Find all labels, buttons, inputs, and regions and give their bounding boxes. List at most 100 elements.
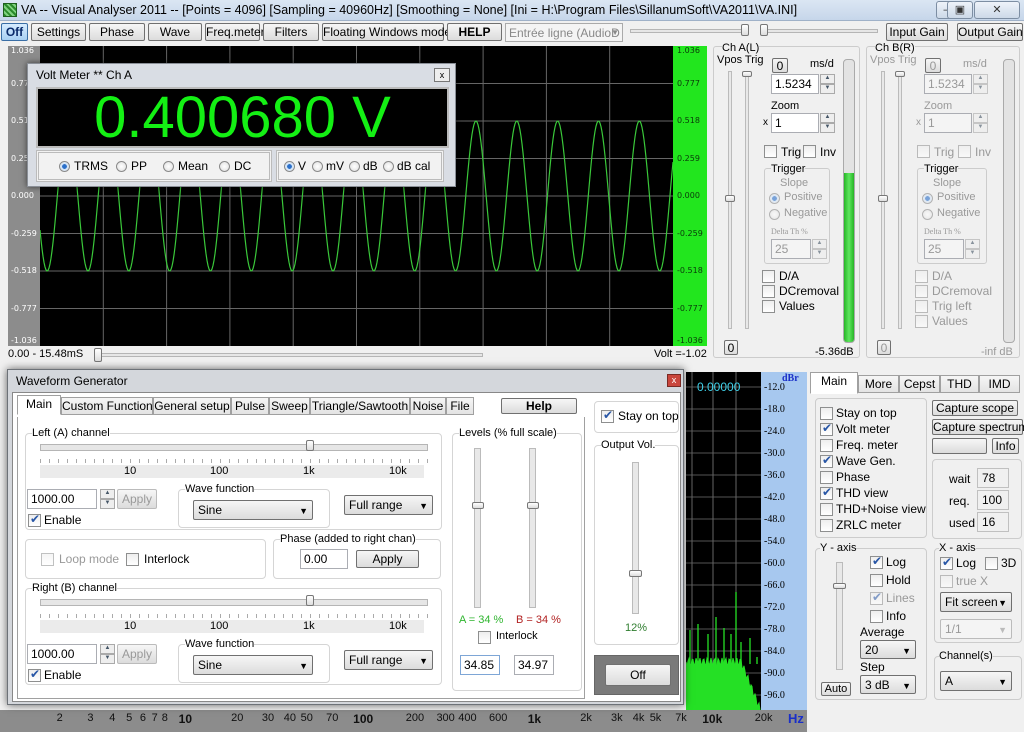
- spectrum-tab-more[interactable]: More: [858, 375, 899, 393]
- ms-per-div-input-a[interactable]: 1.5234: [771, 74, 819, 94]
- loop-mode-checkbox[interactable]: [41, 553, 54, 566]
- trms-radio[interactable]: [59, 161, 70, 172]
- delta-th-input-a[interactable]: 25: [771, 239, 811, 259]
- ms-up-a[interactable]: ▲: [820, 74, 835, 84]
- wave-button[interactable]: Wave: [148, 23, 202, 41]
- wavegen-tab-pulse[interactable]: Pulse: [231, 397, 269, 415]
- level-a-slider[interactable]: [474, 448, 481, 608]
- right-range-select[interactable]: Full range: [344, 650, 433, 670]
- thd-view-checkbox[interactable]: [820, 485, 833, 500]
- zoom-input-b[interactable]: 1: [924, 113, 972, 133]
- positive-radio-b[interactable]: [922, 193, 933, 204]
- input-gain-thumb[interactable]: [741, 24, 749, 36]
- values-checkbox-b[interactable]: [915, 315, 928, 328]
- wavegen-help-button[interactable]: Help: [501, 398, 577, 414]
- average-select[interactable]: 20: [860, 640, 916, 660]
- ms-up-b[interactable]: ▲: [973, 74, 988, 84]
- stay-on-top-checkbox[interactable]: [601, 408, 614, 423]
- zero-button-b[interactable]: 0: [925, 58, 941, 73]
- ratio-select[interactable]: 1/1: [940, 619, 1012, 639]
- channels-select[interactable]: A: [940, 671, 1012, 691]
- zoom-up-b[interactable]: ▲: [973, 113, 988, 123]
- delta-up-b[interactable]: ▲: [965, 239, 980, 249]
- dbcal-radio[interactable]: [383, 161, 394, 172]
- close-button[interactable]: ✕: [974, 1, 1020, 19]
- left-freq-up[interactable]: ▲: [100, 489, 115, 499]
- dcremoval-checkbox-b[interactable]: [915, 285, 928, 298]
- help-button[interactable]: HELP: [447, 23, 502, 41]
- step-select[interactable]: 3 dB: [860, 675, 916, 695]
- lines-checkbox[interactable]: [870, 590, 883, 605]
- right-enable-checkbox[interactable]: [28, 667, 41, 682]
- capture-spectrum-button[interactable]: Capture spectrum: [932, 419, 1024, 435]
- volt-meter-close-button[interactable]: x: [434, 68, 450, 82]
- bottom-zero-b[interactable]: 0: [877, 340, 891, 355]
- left-freq-thumb[interactable]: [306, 440, 314, 451]
- spectrum-tab-imd[interactable]: IMD: [979, 375, 1020, 393]
- spectrum-display[interactable]: 0.00000: [685, 372, 762, 713]
- values-checkbox-a[interactable]: [762, 300, 775, 313]
- wavegen-tab-file[interactable]: File: [446, 397, 474, 415]
- right-freq-thumb[interactable]: [306, 595, 314, 606]
- bottom-zero-a[interactable]: 0: [724, 340, 738, 355]
- wavegen-off-button[interactable]: Off: [605, 664, 671, 686]
- zoom-input-a[interactable]: 1: [771, 113, 819, 133]
- y-info-checkbox[interactable]: [870, 610, 883, 623]
- trig-slider-b[interactable]: [898, 71, 902, 329]
- level-a-thumb[interactable]: [472, 502, 484, 509]
- zoom-down-a[interactable]: ▼: [820, 123, 835, 133]
- output-gain-slider[interactable]: [760, 29, 878, 33]
- zoom-up-a[interactable]: ▲: [820, 113, 835, 123]
- da-checkbox-a[interactable]: [762, 270, 775, 283]
- positive-radio-a[interactable]: [769, 193, 780, 204]
- delta-down-b[interactable]: ▼: [965, 249, 980, 259]
- negative-radio-b[interactable]: [922, 209, 933, 220]
- ms-per-div-input-b[interactable]: 1.5234: [924, 74, 972, 94]
- true-x-checkbox[interactable]: [940, 575, 953, 588]
- level-b-input[interactable]: 34.97: [514, 655, 554, 675]
- input-gain-slider[interactable]: [630, 29, 748, 33]
- zero-button-a[interactable]: 0: [772, 58, 788, 73]
- 3d-checkbox[interactable]: [985, 557, 998, 570]
- x-log-checkbox[interactable]: [940, 555, 953, 570]
- dc-radio[interactable]: [219, 161, 230, 172]
- output-gain-thumb[interactable]: [760, 24, 768, 36]
- da-checkbox-b[interactable]: [915, 270, 928, 283]
- scope-time-thumb[interactable]: [94, 348, 102, 362]
- v-radio[interactable]: [284, 161, 295, 172]
- phase-checkbox[interactable]: [820, 471, 833, 484]
- phase-apply-button[interactable]: Apply: [356, 550, 419, 568]
- dcremoval-checkbox-a[interactable]: [762, 285, 775, 298]
- wave-gen-checkbox[interactable]: [820, 453, 833, 468]
- y-log-checkbox[interactable]: [870, 554, 883, 569]
- ms-down-a[interactable]: ▼: [820, 84, 835, 94]
- freq-meter-checkbox[interactable]: [820, 439, 833, 452]
- delta-down-a[interactable]: ▼: [812, 249, 827, 259]
- right-freq-down[interactable]: ▼: [100, 654, 115, 664]
- hold-checkbox[interactable]: [870, 574, 883, 587]
- inv-checkbox-b[interactable]: [958, 145, 971, 158]
- output-vol-thumb[interactable]: [629, 569, 642, 577]
- mean-radio[interactable]: [163, 161, 174, 172]
- wavegen-tab-noise[interactable]: Noise: [410, 397, 446, 415]
- zoom-down-b[interactable]: ▼: [973, 123, 988, 133]
- input-gain-button[interactable]: Input Gain: [886, 23, 948, 41]
- negative-radio-a[interactable]: [769, 209, 780, 220]
- phase-input[interactable]: 0.00: [300, 549, 348, 569]
- output-gain-button[interactable]: Output Gain: [957, 23, 1023, 41]
- spectrum-tab-cepst[interactable]: Cepst: [899, 375, 940, 393]
- spectrum-tab-main[interactable]: Main: [810, 372, 858, 394]
- db-radio[interactable]: [349, 161, 360, 172]
- level-b-slider[interactable]: [529, 448, 536, 608]
- wavegen-tab-main[interactable]: Main: [17, 395, 61, 415]
- freq-meter-button[interactable]: Freq.meter: [205, 23, 265, 41]
- wavegen-close-button[interactable]: x: [667, 374, 681, 387]
- filters-button[interactable]: Filters: [263, 23, 319, 41]
- auto-button[interactable]: Auto: [821, 682, 851, 696]
- scope-time-slider[interactable]: [95, 353, 483, 357]
- y-axis-thumb[interactable]: [833, 583, 846, 589]
- wavegen-tab-triangle-sawtooth[interactable]: Triangle/Sawtooth: [310, 397, 410, 415]
- left-apply-button[interactable]: Apply: [117, 489, 157, 509]
- wavegen-tab-general-setup[interactable]: General setup: [153, 397, 231, 415]
- right-wave-function-select[interactable]: Sine: [193, 655, 313, 675]
